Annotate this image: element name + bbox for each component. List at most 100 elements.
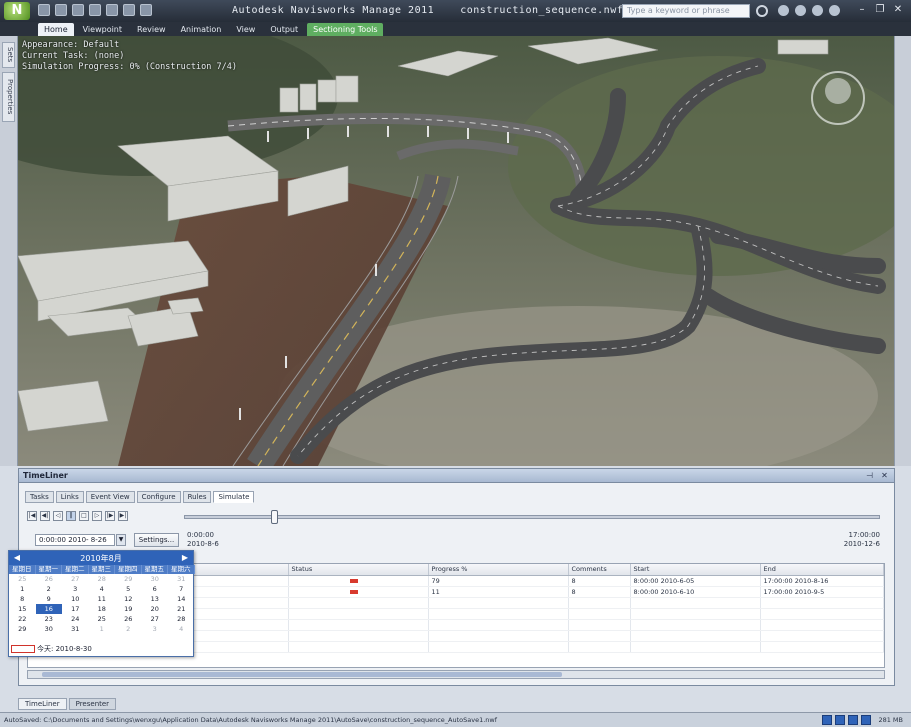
performance-icon[interactable] [861, 715, 871, 725]
subscription-icon[interactable] [778, 5, 789, 16]
simulation-slider[interactable] [184, 510, 880, 524]
scrollbar-thumb[interactable] [42, 672, 562, 677]
calendar-day[interactable]: 25 [9, 574, 36, 584]
search-input[interactable]: Type a keyword or phrase [622, 4, 750, 18]
calendar-day[interactable]: 9 [36, 594, 63, 604]
calendar-day[interactable]: 11 [89, 594, 116, 604]
new-icon[interactable] [38, 4, 50, 16]
minimize-icon[interactable]: – [855, 3, 869, 17]
calendar-day[interactable]: 4 [89, 584, 116, 594]
calendar-day[interactable]: 24 [62, 614, 89, 624]
tab-simulate[interactable]: Simulate [213, 491, 255, 503]
tab-home[interactable]: Home [38, 23, 74, 36]
undo-icon[interactable] [106, 4, 118, 16]
calendar-day[interactable]: 26 [115, 614, 142, 624]
calendar-day[interactable]: 5 [115, 584, 142, 594]
calendar-day[interactable]: 20 [142, 604, 169, 614]
scene-viewport[interactable]: Appearance: Default Current Task: (none)… [18, 36, 894, 466]
calendar-day[interactable]: 25 [89, 614, 116, 624]
rewind-icon[interactable]: |◀ [27, 511, 37, 521]
side-tab-sets[interactable]: Sets [2, 42, 15, 68]
save-icon[interactable] [72, 4, 84, 16]
step-back-small-icon[interactable]: ◁ [53, 511, 63, 521]
calendar-day[interactable]: 2 [115, 624, 142, 634]
calendar-day[interactable]: 12 [115, 594, 142, 604]
calendar-day[interactable]: 1 [89, 624, 116, 634]
pause-icon[interactable]: ‖ [66, 511, 76, 521]
application-menu-button[interactable]: N [4, 2, 30, 20]
restore-icon[interactable]: ❐ [873, 3, 887, 17]
play-icon[interactable]: ▷ [92, 511, 102, 521]
calendar-day[interactable]: 28 [89, 574, 116, 584]
step-back-icon[interactable]: ◀| [40, 511, 50, 521]
step-forward-icon[interactable]: |▶ [105, 511, 115, 521]
fast-forward-icon[interactable]: ▶| [118, 511, 128, 521]
slider-thumb[interactable] [271, 510, 278, 524]
calendar-day[interactable]: 15 [9, 604, 36, 614]
calendar-day[interactable]: 14 [168, 594, 195, 604]
calendar-day[interactable]: 28 [168, 614, 195, 624]
calendar-day[interactable]: 3 [142, 624, 169, 634]
tab-event-view[interactable]: Event View [85, 491, 135, 503]
next-sheet-icon[interactable] [848, 715, 858, 725]
calendar-day[interactable]: 30 [36, 624, 63, 634]
calendar-day[interactable]: 16 [35, 604, 62, 614]
calendar-day[interactable]: 13 [142, 594, 169, 604]
sheet-browser-icon[interactable] [822, 715, 832, 725]
calendar-day[interactable]: 3 [62, 584, 89, 594]
tab-rules[interactable]: Rules [182, 491, 212, 503]
tab-viewpoint[interactable]: Viewpoint [77, 23, 128, 36]
calendar-day[interactable]: 27 [62, 574, 89, 584]
close-icon[interactable]: ✕ [879, 470, 890, 481]
column-header-start[interactable]: Start [630, 564, 761, 576]
tab-view[interactable]: View [230, 23, 261, 36]
calendar-day[interactable]: 2 [36, 584, 63, 594]
calendar-day[interactable]: 6 [142, 584, 169, 594]
calendar-day[interactable]: 23 [36, 614, 63, 624]
date-field[interactable]: 0:00:00 2010- 8-26 [35, 534, 115, 546]
tab-sectioning-tools[interactable]: Sectioning Tools [307, 23, 384, 36]
search-icon[interactable] [756, 5, 768, 17]
tab-timeliner[interactable]: TimeLiner [18, 698, 67, 710]
tab-output[interactable]: Output [264, 23, 304, 36]
calendar-day[interactable]: 26 [36, 574, 63, 584]
favorites-icon[interactable] [812, 5, 823, 16]
tab-links[interactable]: Links [55, 491, 84, 503]
today-link[interactable]: 今天: 2010-8-30 [11, 644, 92, 654]
calendar-day[interactable]: 31 [62, 624, 89, 634]
horizontal-scrollbar[interactable] [27, 670, 885, 679]
calendar-day[interactable]: 4 [168, 624, 195, 634]
column-header-progress[interactable]: Progress % [428, 564, 569, 576]
print-icon[interactable] [89, 4, 101, 16]
tab-presenter[interactable]: Presenter [68, 698, 117, 710]
close-icon[interactable]: ✕ [891, 3, 905, 17]
select-icon[interactable] [140, 4, 152, 16]
help-icon[interactable] [829, 5, 840, 16]
tab-tasks[interactable]: Tasks [25, 491, 54, 503]
redo-icon[interactable] [123, 4, 135, 16]
calendar-day[interactable]: 10 [62, 594, 89, 604]
chevron-down-icon[interactable]: ▼ [116, 534, 126, 546]
calendar-day[interactable]: 7 [168, 584, 195, 594]
calendar-day[interactable]: 22 [9, 614, 36, 624]
calendar-day[interactable]: 19 [115, 604, 142, 614]
settings-button[interactable]: Settings... [134, 533, 179, 547]
column-header-status[interactable]: Status [288, 564, 429, 576]
pin-icon[interactable]: ⊣ [864, 470, 875, 481]
column-header-comments[interactable]: Comments [568, 564, 631, 576]
next-month-icon[interactable]: ▶ [180, 553, 190, 563]
tab-configure[interactable]: Configure [136, 491, 181, 503]
tab-review[interactable]: Review [131, 23, 172, 36]
calendar-day[interactable]: 27 [142, 614, 169, 624]
open-icon[interactable] [55, 4, 67, 16]
side-tab-properties[interactable]: Properties [2, 72, 15, 122]
calendar-day[interactable]: 18 [89, 604, 116, 614]
calendar-day[interactable]: 30 [142, 574, 169, 584]
calendar-day[interactable]: 1 [9, 584, 36, 594]
calendar-day[interactable]: 8 [9, 594, 36, 604]
previous-sheet-icon[interactable] [835, 715, 845, 725]
tab-animation[interactable]: Animation [175, 23, 228, 36]
stop-icon[interactable]: □ [79, 511, 89, 521]
calendar-day[interactable]: 29 [9, 624, 36, 634]
column-header-end[interactable]: End [760, 564, 884, 576]
